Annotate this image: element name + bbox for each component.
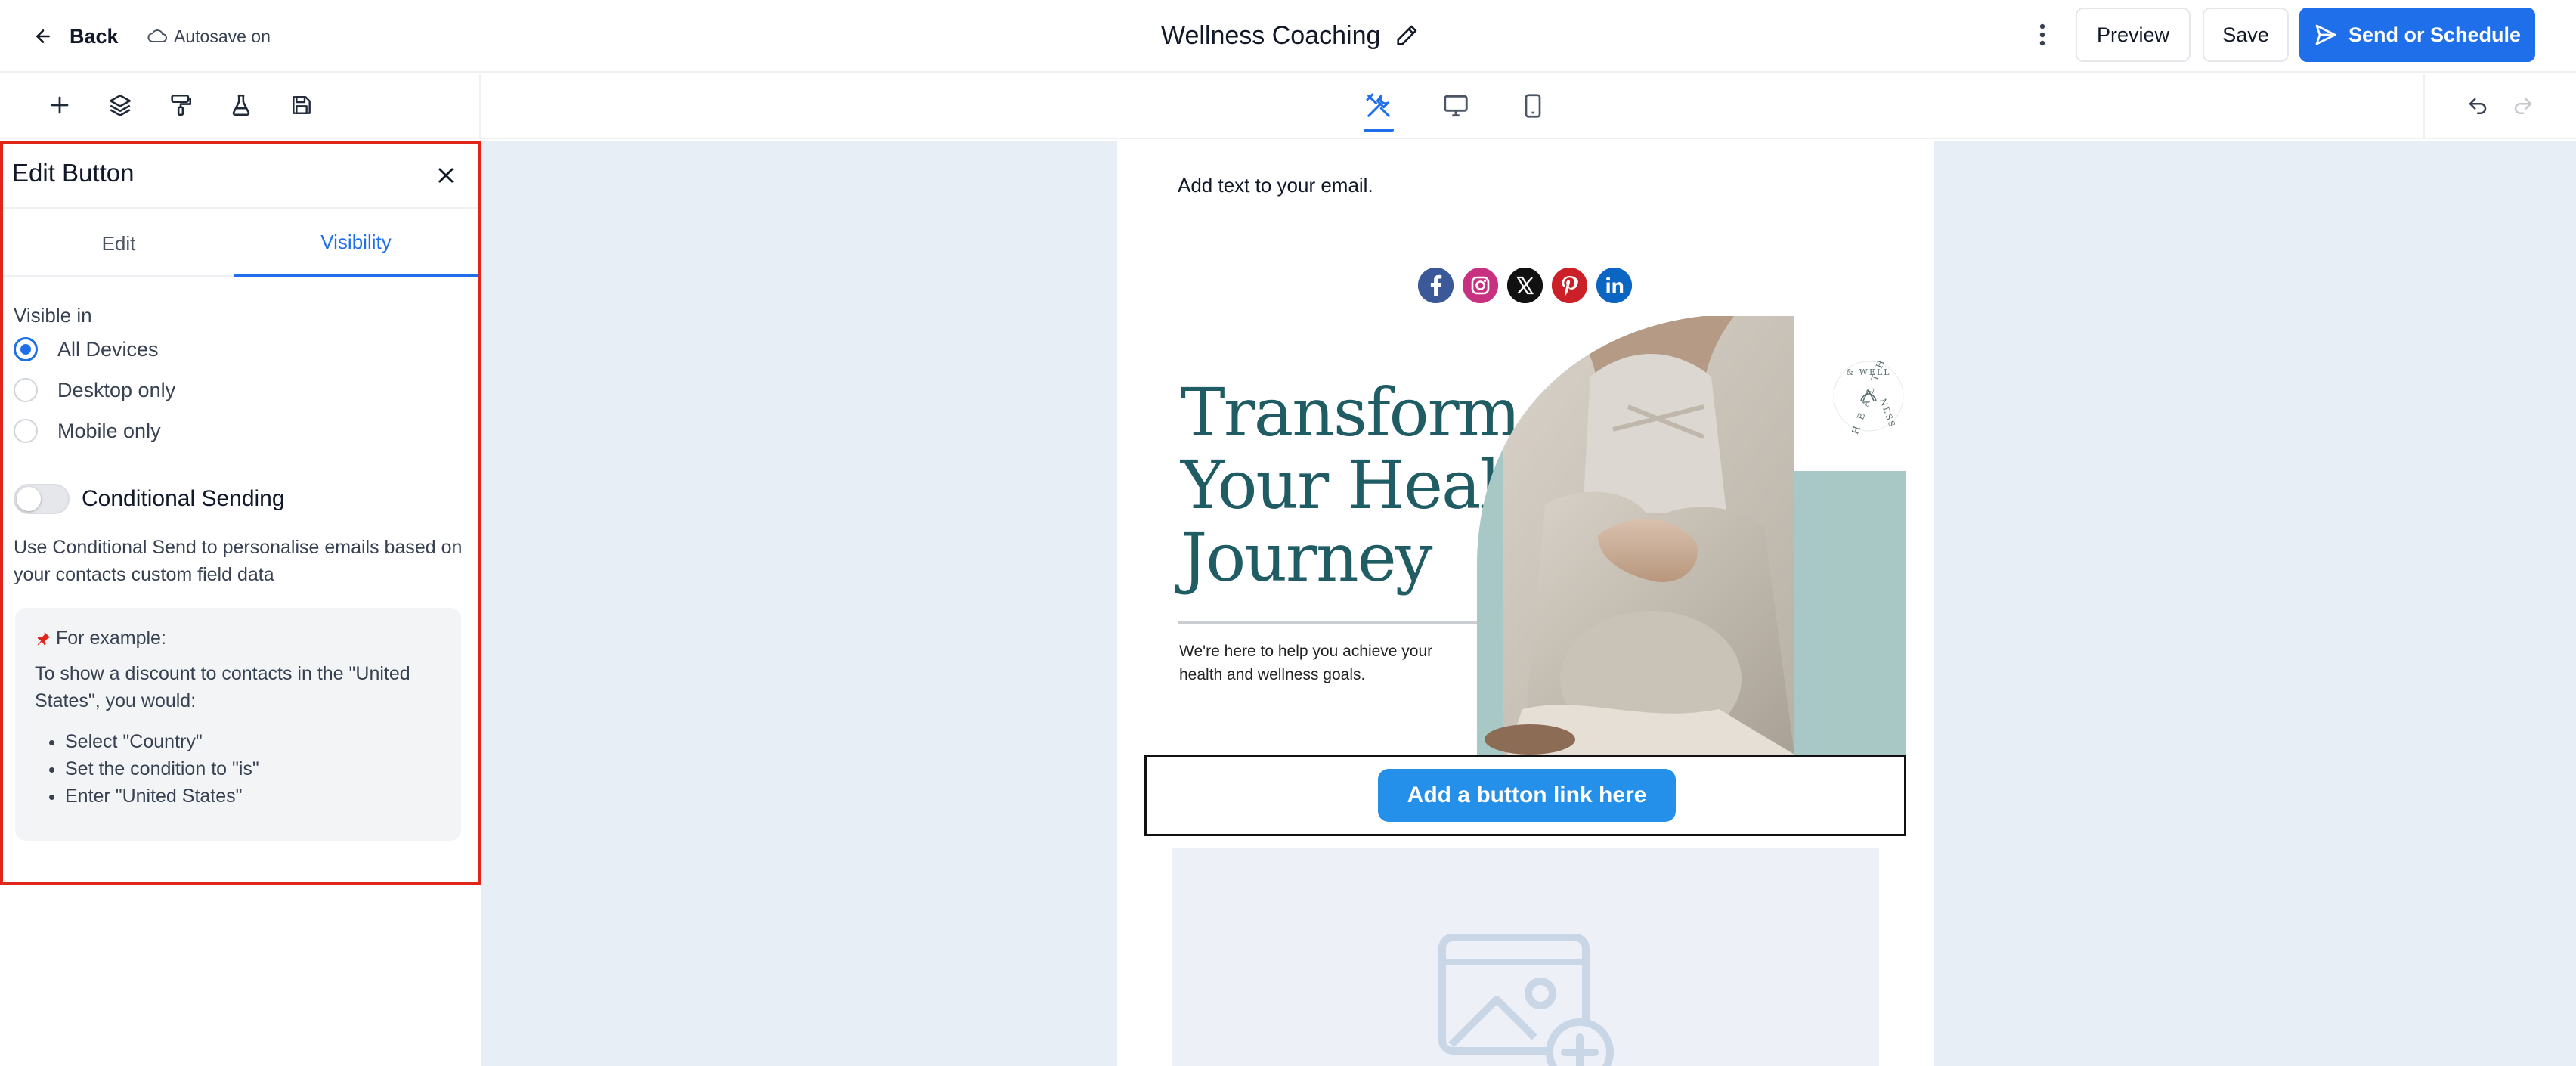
more-options-icon[interactable] [2026, 18, 2059, 51]
panel-header: Edit Button [3, 144, 478, 209]
paint-roller-icon[interactable] [163, 88, 198, 122]
radio-label: Mobile only [57, 419, 161, 442]
radio-mobile-only[interactable]: Mobile only [14, 416, 161, 446]
save-icon[interactable] [284, 88, 319, 122]
back-label: Back [70, 24, 119, 48]
mobile-icon[interactable] [1515, 85, 1551, 127]
desktop-icon[interactable] [1438, 85, 1474, 127]
pinterest-icon[interactable] [1552, 268, 1587, 303]
conditional-sending-description: Use Conditional Send to personalise emai… [14, 537, 463, 585]
radio-label: All Devices [57, 337, 159, 361]
builder-tools [42, 88, 319, 122]
send-label: Send or Schedule [2348, 23, 2522, 46]
button-section-selected[interactable]: Add a button link here [1144, 755, 1906, 836]
example-callout: For example: To show a discount to conta… [15, 608, 461, 841]
preview-button[interactable]: Preview [2076, 8, 2191, 62]
editor-toolbar [0, 74, 2576, 139]
visible-in-label: Visible in [14, 304, 92, 327]
image-placeholder[interactable] [1172, 848, 1879, 1066]
facebook-icon[interactable] [1418, 268, 1454, 303]
layers-icon[interactable] [103, 88, 138, 122]
radio-label: Desktop only [57, 378, 176, 401]
example-title: For example: [56, 628, 166, 649]
hero-image-block[interactable]: Transform Your Health Journey We're here… [1144, 316, 1906, 755]
autosave-status: Autosave on [147, 20, 271, 53]
x-icon[interactable] [1507, 268, 1543, 303]
hero-divider [1178, 621, 1480, 624]
example-text: To show a discount to contacts in the "U… [35, 663, 410, 711]
radio-desktop-only[interactable]: Desktop only [14, 375, 175, 405]
close-icon[interactable] [431, 160, 461, 191]
edit-button-panel: Edit Button Edit Visibility Visible in A… [0, 141, 481, 885]
email-preview: Add text to your email. Transform Your H… [1117, 141, 1934, 1066]
radio-button[interactable] [14, 419, 38, 443]
instagram-icon[interactable] [1463, 268, 1498, 303]
title-text: Wellness Coaching [1161, 20, 1381, 50]
radio-all-devices[interactable]: All Devices [14, 334, 159, 364]
social-icons[interactable] [1418, 268, 1632, 303]
save-button[interactable]: Save [2203, 8, 2289, 62]
example-title-row: For example: [35, 628, 441, 649]
add-image-icon[interactable] [1436, 931, 1618, 1066]
view-mode-tabs [1361, 85, 1551, 132]
redo-icon[interactable] [2512, 95, 2534, 118]
conditional-sending-row: Conditional Sending [14, 484, 285, 514]
example-steps: Select "Country" Set the condition to "i… [35, 728, 441, 810]
pushpin-icon [37, 631, 51, 645]
history-controls [2423, 74, 2576, 139]
yoga-photo: H E A L T H & WELL NESS [1477, 316, 1906, 755]
toolbar-divider [479, 74, 481, 139]
svg-text:NESS: NESS [1878, 398, 1897, 430]
autosave-label: Autosave on [174, 26, 271, 46]
pencil-icon[interactable] [1394, 23, 1420, 48]
cta-button[interactable]: Add a button link here [1378, 769, 1676, 822]
back-button[interactable]: Back [33, 20, 119, 53]
panel-title: Edit Button [12, 159, 135, 187]
panel-tabs: Edit Visibility [3, 210, 478, 277]
radio-button[interactable] [14, 378, 38, 402]
list-item: Set the condition to "is" [65, 755, 441, 782]
linkedin-icon[interactable] [1596, 268, 1632, 303]
plus-icon[interactable] [42, 88, 77, 122]
flask-icon[interactable] [224, 88, 259, 122]
list-item: Select "Country" [65, 728, 441, 755]
send-or-schedule-button[interactable]: Send or Schedule [2299, 8, 2535, 62]
top-bar: Back Autosave on Wellness Coaching Previ… [0, 0, 2576, 73]
arrow-left-icon [36, 29, 50, 43]
list-item: Enter "United States" [65, 782, 441, 810]
conditional-sending-toggle[interactable] [14, 484, 70, 514]
design-tools-icon[interactable] [1361, 85, 1397, 132]
svg-text:& WELL: & WELL [1846, 367, 1890, 377]
send-icon [2315, 24, 2336, 45]
tab-edit[interactable]: Edit [3, 210, 234, 277]
radio-button[interactable] [14, 337, 38, 361]
tab-visibility[interactable]: Visibility [234, 210, 478, 277]
text-block[interactable]: Add text to your email. [1178, 174, 1373, 197]
undo-icon[interactable] [2466, 95, 2489, 118]
conditional-sending-label: Conditional Sending [82, 486, 285, 511]
hero-subtitle: We're here to help you achieve your heal… [1179, 643, 1433, 683]
document-title[interactable]: Wellness Coaching [1161, 17, 1420, 54]
cloud-icon [147, 29, 167, 42]
